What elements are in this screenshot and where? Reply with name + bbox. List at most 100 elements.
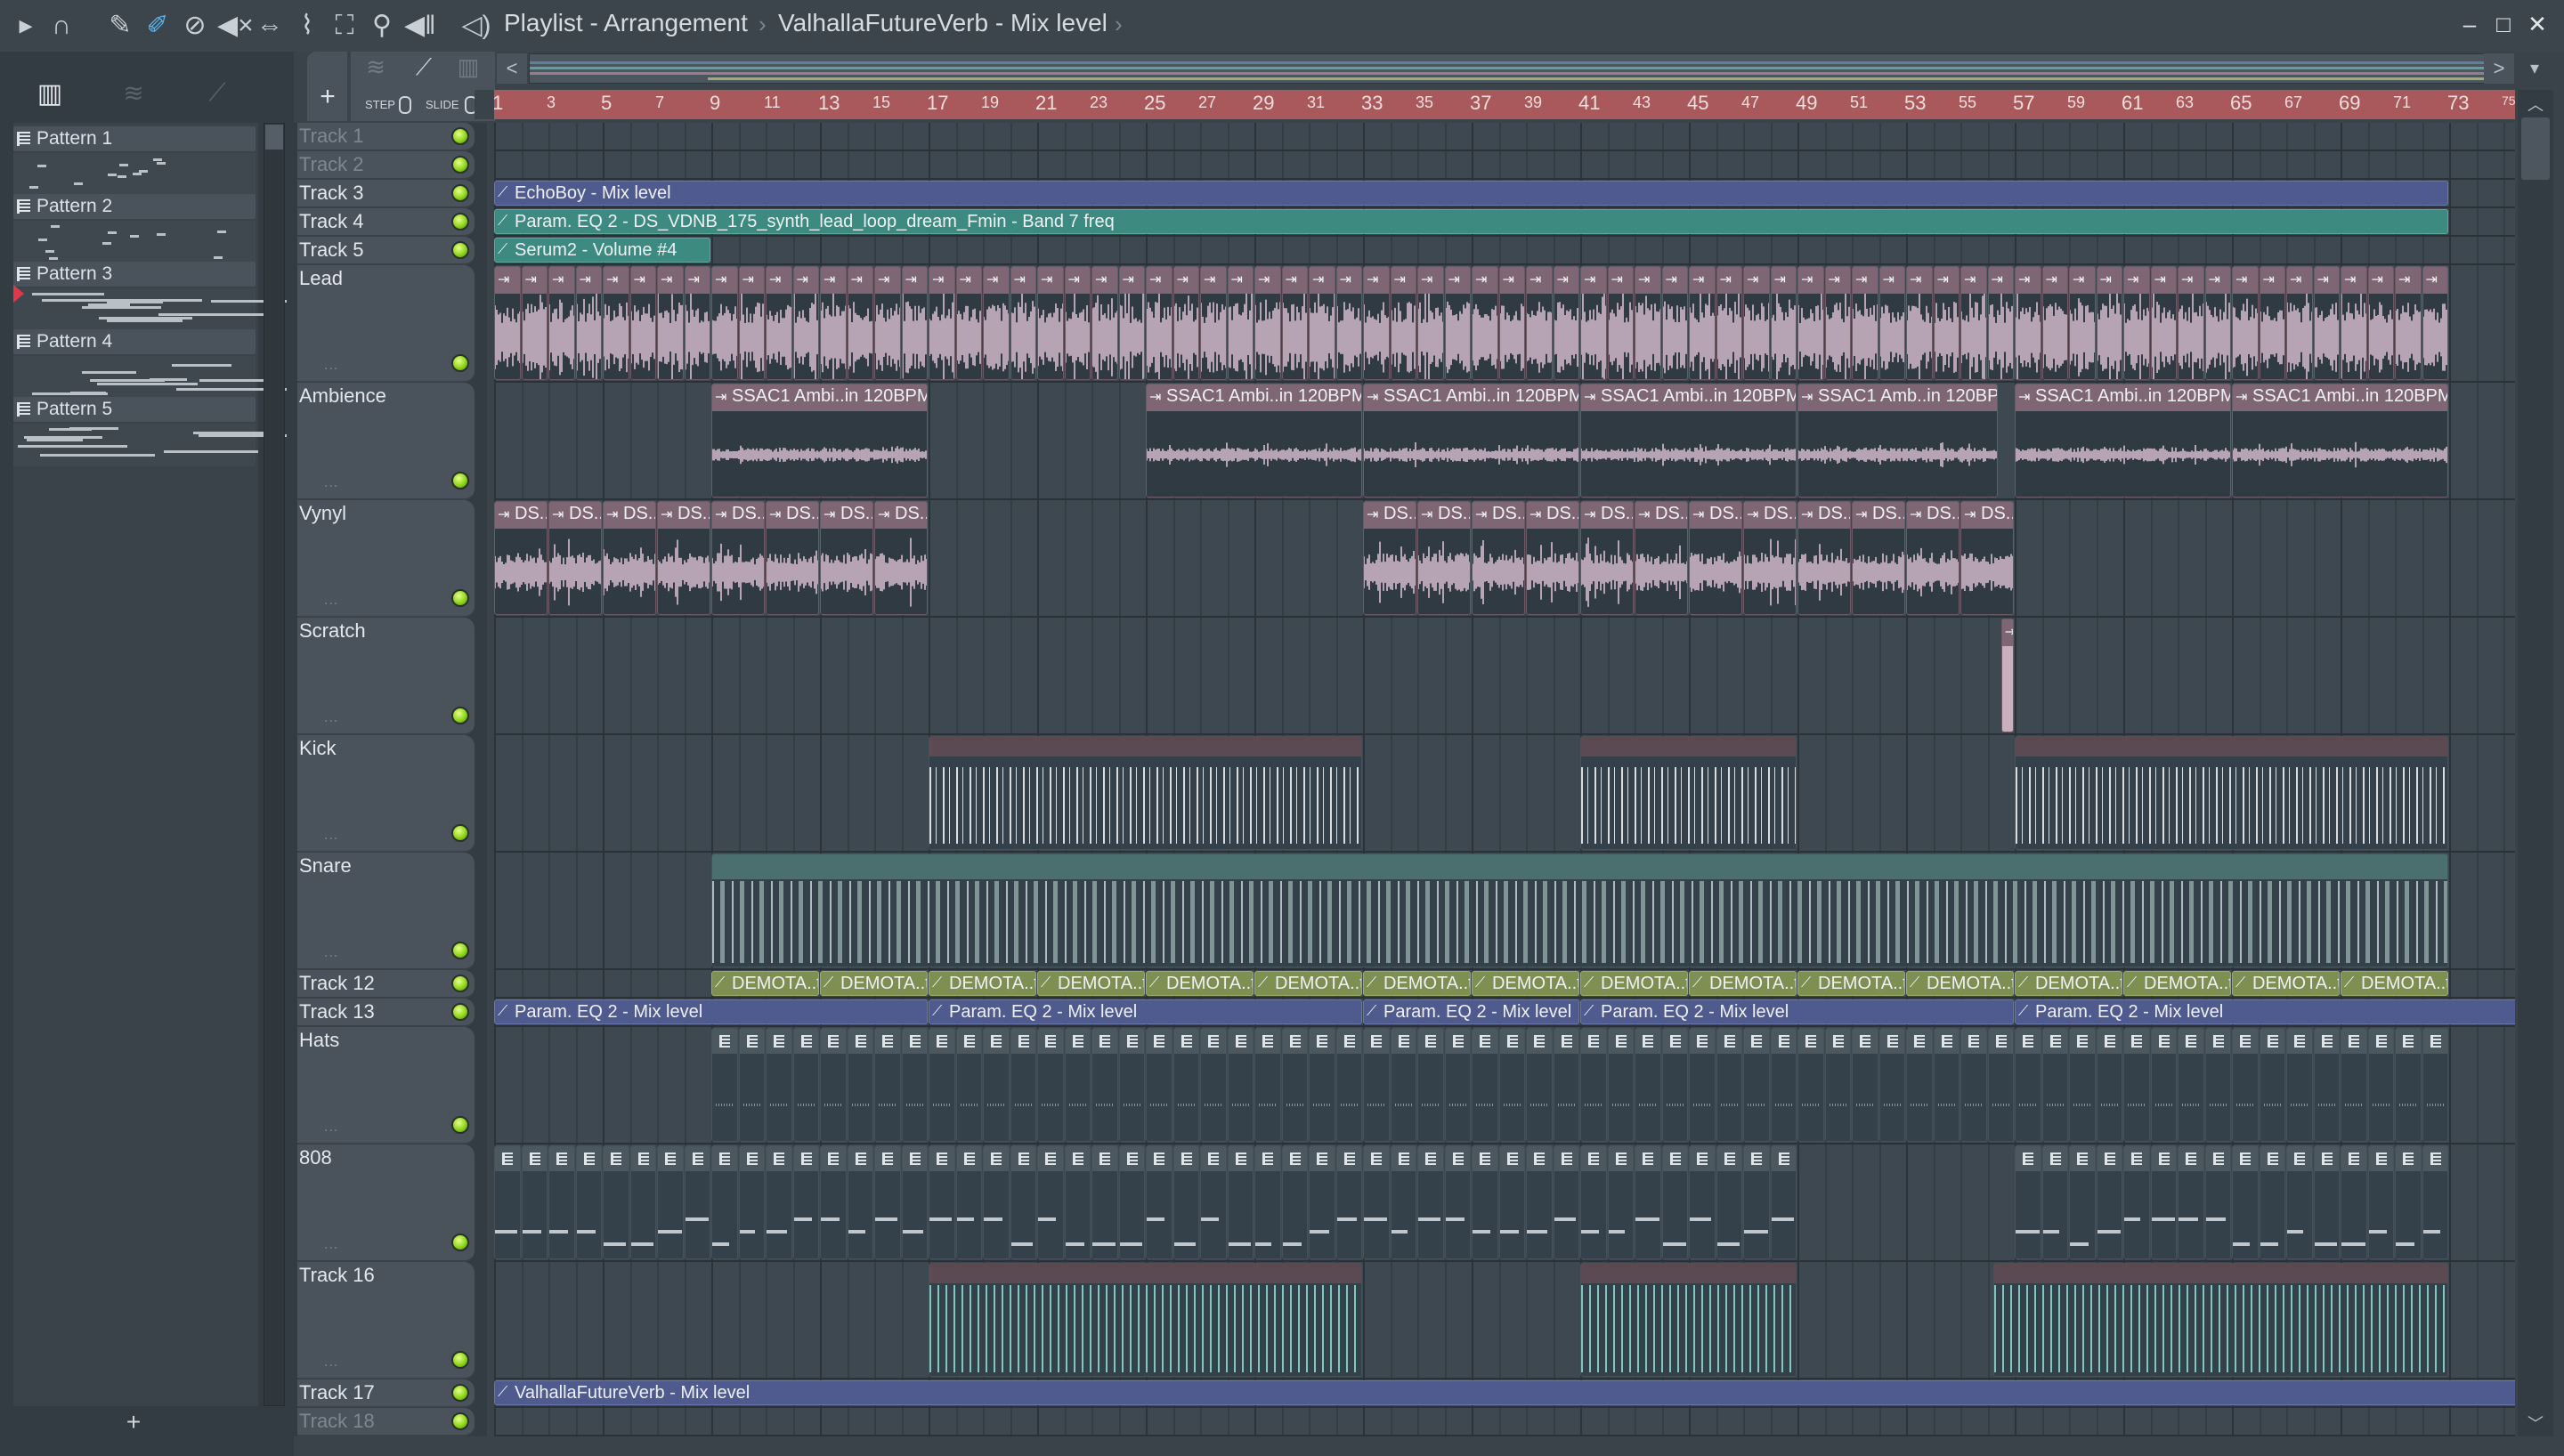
pattern-clip[interactable] [2069,1028,2096,1142]
track-name[interactable]: Track 5 [299,239,364,262]
pattern-clip[interactable] [1363,1028,1390,1142]
automation-clip[interactable]: ⟋ Param. EQ 2 - Mix level [929,999,1362,1024]
audio-clip[interactable]: ⇥ [1797,266,1824,380]
pattern-clip[interactable] [1743,1145,1770,1259]
track-name[interactable]: Track 18 [299,1410,375,1433]
pattern-clip[interactable] [1335,1145,1362,1259]
pattern-clip[interactable] [2123,1145,2150,1259]
audio-clip[interactable]: ⇥ [2069,266,2096,380]
track-mute-led[interactable] [451,1384,469,1402]
automation-clip[interactable]: ⟋ DEMOTA..t [1472,971,1579,996]
pattern-clip[interactable] [1472,1028,1498,1142]
pattern-clip[interactable] [1390,1145,1416,1259]
audio-clip[interactable]: ⇥ [603,266,629,380]
automation-clip[interactable]: ⟋ DEMOTA..t [2123,971,2231,996]
audio-clip[interactable]: ⇥ [1254,266,1281,380]
pattern-clip[interactable] [2286,1028,2313,1142]
track-name[interactable]: Track 4 [299,210,364,233]
maximize-button[interactable]: □ [2488,9,2519,39]
audio-clip[interactable]: ⇥ [1417,266,1444,380]
pattern-clip[interactable] [792,1028,819,1142]
draw-pencil-icon[interactable]: ✎ [105,11,135,41]
pattern-clip[interactable] [1824,1028,1851,1142]
playback-tool-icon[interactable]: ◀‖ [404,11,435,41]
pattern-clip[interactable] [1118,1028,1145,1142]
scroll-down-icon[interactable]: ﹀ [2521,1412,2550,1435]
piano-roll-filter-icon[interactable]: ▥ [32,78,68,109]
track-name[interactable]: Kick [299,737,337,760]
snap-magnet-icon[interactable]: ∩ [46,11,77,41]
track-lane[interactable] [494,235,2515,237]
automation-clip[interactable]: ⟋ DEMOTA..t [2015,971,2122,996]
pattern-clip[interactable] [2096,1028,2122,1142]
track-header[interactable]: Kick... [297,735,475,853]
audio-clip[interactable]: ⇥ [657,266,684,380]
pattern-clip[interactable] [2422,1145,2448,1259]
overview-menu-button[interactable]: ▾ [2519,53,2550,84]
scroll-up-icon[interactable]: ︿ [2521,93,2550,116]
audio-clip[interactable]: ⇥ SSAC1 Ambi..in 120BPM [2015,384,2231,497]
track-name[interactable]: Track 13 [299,1000,375,1023]
audio-clip[interactable]: ⇥ DS.. [1635,501,1688,615]
track-lane[interactable] [494,1378,2515,1379]
audio-clip[interactable]: ⇥ DS..l [766,501,819,615]
track-name[interactable]: Track 17 [299,1381,375,1404]
pattern-clip[interactable] [1091,1028,1118,1142]
pattern-clip[interactable] [2204,1145,2231,1259]
pattern-clip[interactable] [983,1028,1010,1142]
paint-brush-icon[interactable]: ✐ [142,11,173,41]
pattern-clip[interactable] [1716,1028,1742,1142]
pattern-clip[interactable] [1635,1028,1661,1142]
track-header[interactable]: Track 1 [297,123,475,151]
pattern-clip[interactable] [1960,1028,1987,1142]
audio-clip[interactable]: ⇥ [874,266,901,380]
audio-clip[interactable]: ⇥ DS..l [711,501,765,615]
pattern-clip[interactable] [548,1145,575,1259]
pattern-clip[interactable] [1146,1145,1172,1259]
pattern-clip[interactable] [2041,1145,2068,1259]
audio-clip[interactable]: ⇥ DS..l [874,501,928,615]
track-lane[interactable] [494,1143,2515,1145]
audio-clip[interactable]: ⇥ [1716,266,1742,380]
audio-clip[interactable]: ⇥ [1933,266,1960,380]
track-lane[interactable] [494,1435,2515,1436]
track-lane[interactable] [494,851,2515,853]
pattern-clip[interactable] [955,1145,982,1259]
track-lane[interactable] [494,150,2515,151]
pattern-clip[interactable] [1010,1028,1036,1142]
track-header[interactable]: Track 16... [297,1262,475,1379]
audio-clip[interactable]: ⇥ DS..l [820,501,873,615]
delete-tool-icon[interactable]: ⊘ [180,11,210,41]
audio-clip[interactable]: ⇥ [1906,266,1933,380]
track-lane[interactable] [494,263,2515,265]
track-mute-led[interactable] [451,1116,469,1134]
pattern-clip[interactable] [494,1145,521,1259]
pattern-clip[interactable] [1444,1028,1471,1142]
track-grip-icon[interactable]: ... [324,475,338,491]
audio-clip[interactable]: ⇥ [1309,266,1335,380]
pattern-clip[interactable] [1661,1028,1688,1142]
pattern-item[interactable]: Pattern 1 [13,126,256,151]
pattern-clip[interactable] [1987,1028,2014,1142]
pattern-clip[interactable] [1091,1145,1118,1259]
pattern-clip[interactable] [766,1028,792,1142]
audio-clip[interactable]: ⇥ [1335,266,1362,380]
audio-clip[interactable]: ⇥ [2232,266,2259,380]
pattern-clip[interactable] [1852,1028,1878,1142]
pattern-clip[interactable] [738,1145,765,1259]
track-name[interactable]: Track 1 [299,125,364,148]
pattern-clip[interactable] [1553,1145,1579,1259]
track-grip-icon[interactable]: ... [324,828,338,844]
audio-clip[interactable]: ⇥ [1878,266,1905,380]
pattern-clip[interactable] [1309,1145,1335,1259]
pattern-clip[interactable] [820,1028,847,1142]
audio-clip[interactable]: ⇥ [1172,266,1199,380]
track-mute-led[interactable] [451,184,469,202]
scroll-right-button[interactable]: > [2484,53,2514,84]
track-mute-led[interactable] [451,241,469,259]
pattern-clip[interactable] [1363,1145,1390,1259]
audio-clip[interactable]: ⇥ [1363,266,1390,380]
pattern-item[interactable]: Pattern 2 [13,194,256,219]
audio-clip[interactable]: ⇥ [2150,266,2177,380]
audio-clip[interactable]: ⇥ DS.. [1580,501,1634,615]
